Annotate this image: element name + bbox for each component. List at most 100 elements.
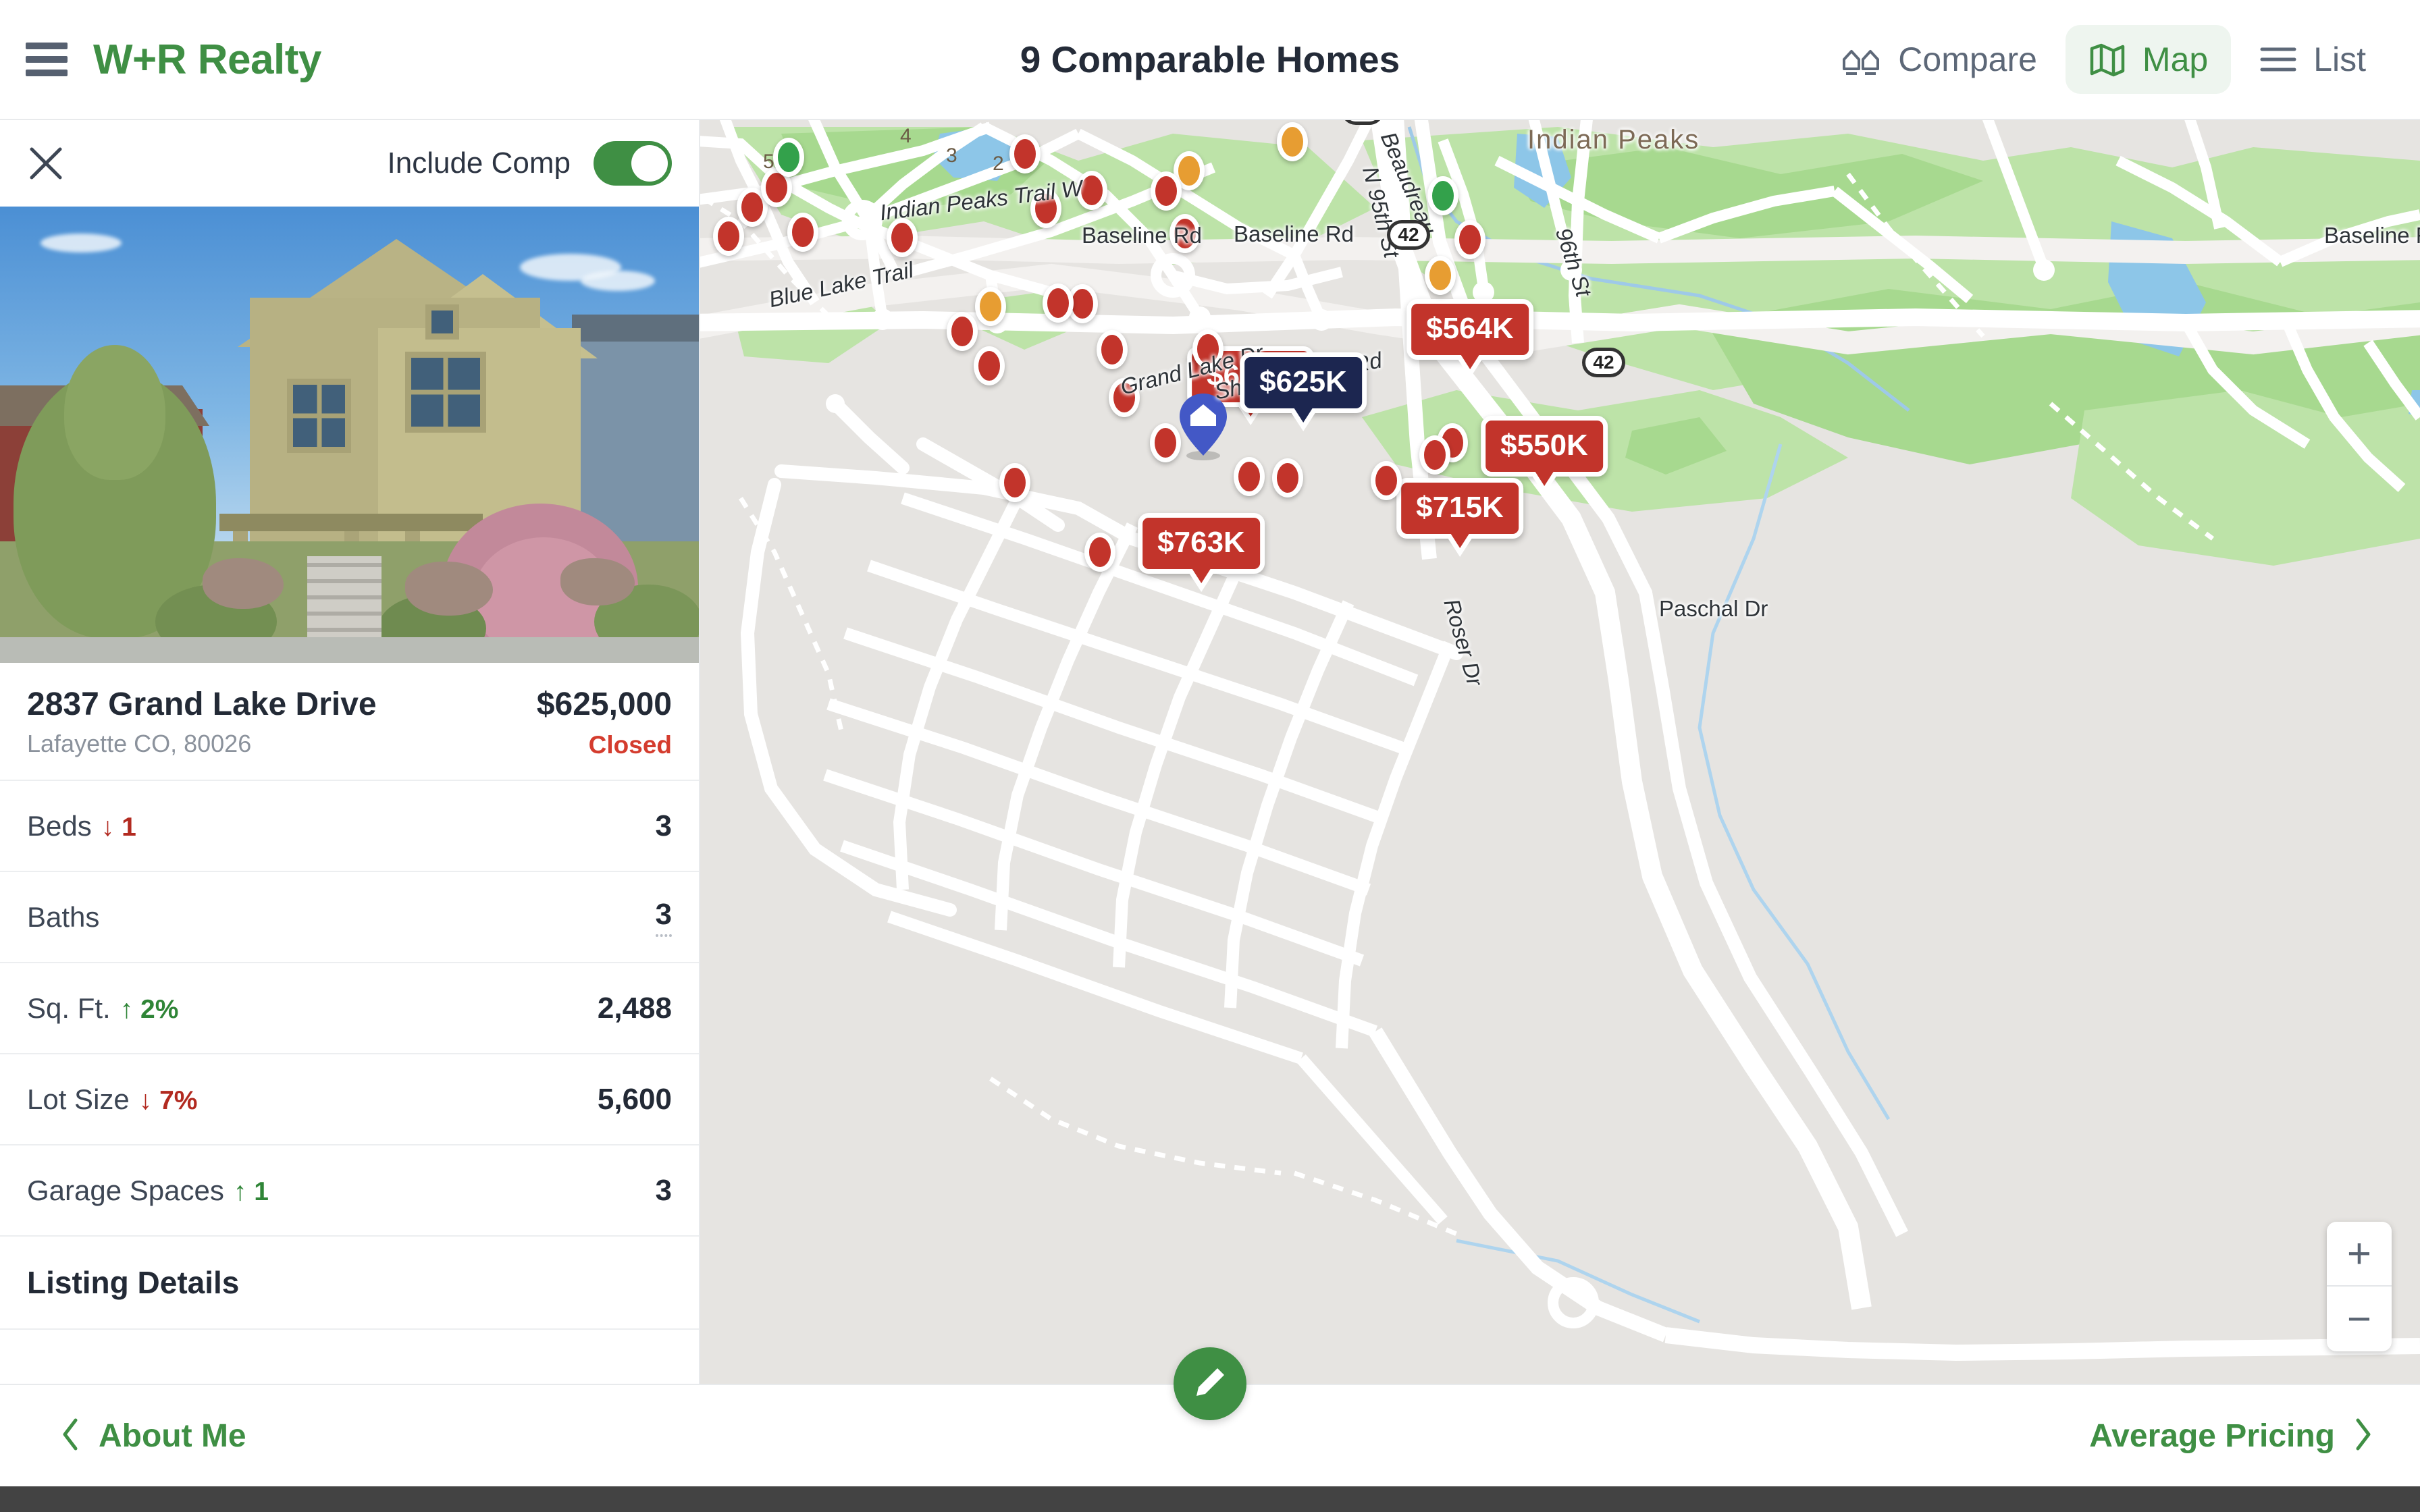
price-tag[interactable]: $550K <box>1481 416 1608 477</box>
toggle-knob <box>631 145 668 182</box>
detail-delta: ↓ 1 <box>101 812 136 842</box>
golf-hole-number: 3 <box>946 144 957 167</box>
comp-marker[interactable] <box>1371 461 1402 500</box>
comp-marker[interactable] <box>1277 122 1308 161</box>
detail-value: 3 <box>655 898 672 937</box>
comp-marker[interactable] <box>1097 330 1128 369</box>
brand-logo[interactable]: W+R Realty <box>93 36 321 84</box>
comp-marker[interactable] <box>1151 171 1182 211</box>
house-window <box>425 304 459 340</box>
edit-fab-button[interactable] <box>1174 1347 1246 1420</box>
detail-row-garage-spaces[interactable]: Garage Spaces ↑ 1 3 <box>0 1144 699 1235</box>
comp-marker[interactable] <box>1425 256 1456 295</box>
zoom-out-button[interactable]: − <box>2327 1287 2392 1351</box>
tree-shape <box>64 345 165 480</box>
comp-marker[interactable] <box>1009 134 1041 173</box>
street-in-photo <box>0 637 699 663</box>
place-label: Indian Peaks <box>1527 125 1700 155</box>
zoom-in-button[interactable]: + <box>2327 1222 2392 1287</box>
status-badge: Closed <box>588 731 672 759</box>
tab-compare-label: Compare <box>1898 40 2037 78</box>
comp-address-row: 2837 Grand Lake Drive Lafayette CO, 8002… <box>0 663 699 780</box>
map-fold-icon <box>2088 42 2126 77</box>
comp-marker[interactable] <box>947 312 978 351</box>
detail-delta: ↑ 1 <box>233 1177 269 1206</box>
comp-marker[interactable] <box>1234 457 1265 496</box>
golf-hole-number: 4 <box>900 125 912 147</box>
landscape-rock <box>405 562 493 616</box>
price-tag-selected[interactable]: $625K <box>1240 352 1367 413</box>
footer-next-link[interactable]: Average Pricing <box>2089 1417 2420 1455</box>
cloud-shape <box>41 234 122 252</box>
detail-value: 5,600 <box>597 1082 672 1116</box>
include-comp-toggle[interactable] <box>594 141 672 186</box>
app-header: W+R Realty 9 Comparable Homes Compare Ma… <box>0 0 2420 120</box>
tab-list-label: List <box>2313 40 2366 78</box>
include-comp-label: Include Comp <box>387 146 571 180</box>
comp-price: $625,000 <box>536 686 672 722</box>
tab-compare[interactable]: Compare <box>1817 25 2060 94</box>
listing-details-section[interactable]: Listing Details <box>0 1235 699 1330</box>
price-tag[interactable]: $715K <box>1396 478 1523 539</box>
comp-city-zip: Lafayette CO, 80026 <box>27 730 252 757</box>
landscape-rock <box>560 558 635 605</box>
porch-roof <box>219 514 483 531</box>
detail-delta: ↑ 2% <box>120 994 179 1024</box>
chevron-right-icon <box>2352 1417 2373 1455</box>
route-shield: 42 <box>1387 220 1430 250</box>
detail-value: 2,488 <box>597 991 672 1025</box>
detail-label: Beds <box>27 809 92 842</box>
tab-map-label: Map <box>2142 40 2209 78</box>
tab-map[interactable]: Map <box>2065 25 2232 94</box>
comp-marker[interactable] <box>1419 435 1450 475</box>
system-bar <box>0 1486 2420 1512</box>
map-canvas <box>700 120 2420 1384</box>
comp-marker[interactable] <box>1150 423 1181 462</box>
map-zoom-controls[interactable]: + − <box>2327 1222 2392 1351</box>
map-view[interactable]: $564K $663K $625K $550K $715K $763K <box>700 120 2420 1384</box>
price-tag[interactable]: $763K <box>1138 513 1265 574</box>
detail-row-baths[interactable]: Baths 3 <box>0 871 699 962</box>
footer-next-label: Average Pricing <box>2089 1418 2335 1454</box>
comp-marker[interactable] <box>773 138 804 177</box>
front-steps <box>307 556 382 644</box>
detail-label: Sq. Ft. <box>27 992 111 1024</box>
golf-hole-number: 2 <box>993 153 1004 175</box>
comp-marker[interactable] <box>713 217 744 256</box>
comp-marker[interactable] <box>787 213 818 252</box>
compare-homes-icon <box>1840 42 1882 77</box>
detail-label: Lot Size <box>27 1083 130 1115</box>
detail-label: Baths <box>27 900 100 933</box>
comp-marker[interactable] <box>1043 284 1074 323</box>
comp-marker[interactable] <box>1272 458 1303 497</box>
comp-marker[interactable] <box>974 346 1005 385</box>
panel-toolbar: Include Comp <box>0 120 699 207</box>
detail-row-lot-size[interactable]: Lot Size ↓ 7% 5,600 <box>0 1053 699 1144</box>
detail-value: 3 <box>655 809 672 842</box>
close-x-icon[interactable] <box>27 144 65 182</box>
footer-back-link[interactable]: About Me <box>0 1417 246 1455</box>
street-label: Paschal Dr <box>1659 596 1768 621</box>
hamburger-menu-icon[interactable] <box>26 43 68 76</box>
include-comp-control[interactable]: Include Comp <box>388 141 672 186</box>
list-lines-icon <box>2259 44 2297 75</box>
tab-list[interactable]: List <box>2236 25 2389 94</box>
route-shield: 42 <box>1582 348 1625 377</box>
detail-label: Garage Spaces <box>27 1174 224 1206</box>
property-photo[interactable] <box>0 207 699 663</box>
pencil-edit-icon <box>1192 1364 1228 1404</box>
comp-marker[interactable] <box>975 287 1006 326</box>
detail-row-sqft[interactable]: Sq. Ft. ↑ 2% 2,488 <box>0 962 699 1053</box>
comp-marker[interactable] <box>999 463 1030 502</box>
detail-row-beds[interactable]: Beds ↓ 1 3 <box>0 780 699 871</box>
detail-delta: ↓ 7% <box>138 1085 198 1115</box>
comp-marker[interactable] <box>1084 533 1115 572</box>
price-tag[interactable]: $564K <box>1406 299 1533 360</box>
street-label: Baseline Rd <box>2324 223 2420 248</box>
listing-details-label: Listing Details <box>27 1265 240 1300</box>
street-label: Baseline Rd <box>1234 221 1354 246</box>
comp-marker[interactable] <box>1454 220 1485 259</box>
comp-detail-panel: Include Comp 2837 Grand Lake Drive Lafay… <box>0 120 700 1384</box>
detail-value: 3 <box>655 1173 672 1207</box>
app-root: W+R Realty 9 Comparable Homes Compare Ma… <box>0 0 2420 1512</box>
